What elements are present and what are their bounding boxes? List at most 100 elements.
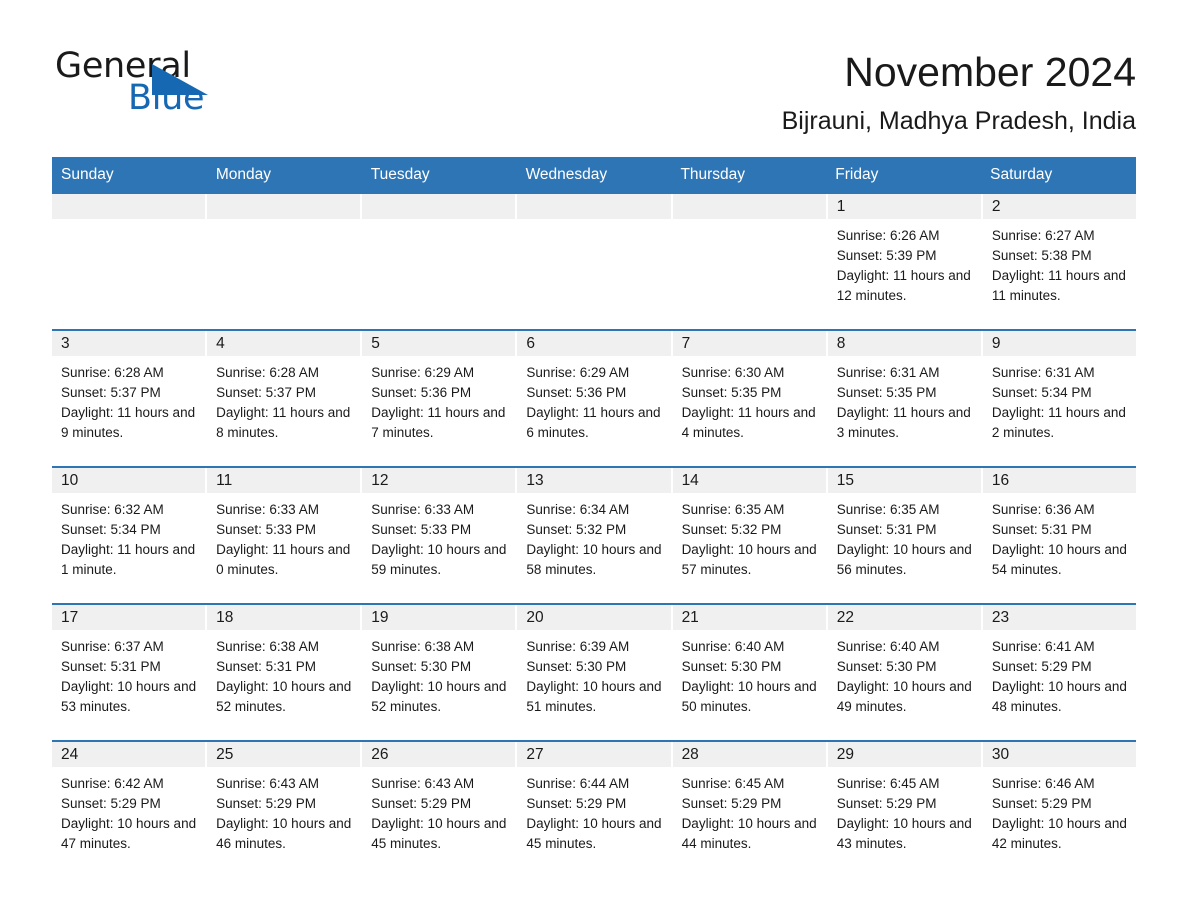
sunset-text: Sunset: 5:29 PM	[526, 795, 627, 811]
calendar-day-cell[interactable]: 13 Sunrise: 6:34 AM Sunset: 5:32 PM Dayligh…	[517, 467, 673, 603]
daylight-text: Daylight: 10 hours and 49 minutes.	[836, 678, 972, 714]
daylight-text: Daylight: 10 hours and 52 minutes.	[371, 678, 507, 714]
day-details: Sunrise: 6:41 AM Sunset: 5:29 PM Daylight:…	[983, 630, 1136, 740]
weekday-wednesday: Wednesday	[525, 166, 608, 183]
calendar-day-cell[interactable]: 3 Sunrise: 6:28 AM Sunset: 5:37 PM Daylight…	[52, 330, 208, 466]
day-details: Sunrise: 6:38 AM Sunset: 5:30 PM Daylight:…	[362, 630, 515, 740]
sunrise-text: Sunrise: 6:41 AM	[991, 638, 1095, 654]
sunset-text: Sunset: 5:37 PM	[216, 384, 316, 400]
calendar-day-cell[interactable]: 4 Sunrise: 6:28 AM Sunset: 5:37 PM Daylight…	[207, 330, 363, 466]
daylight-text: Daylight: 10 hours and 52 minutes.	[216, 678, 352, 714]
sunrise-text: Sunrise: 6:31 AM	[991, 364, 1095, 380]
calendar-day-cell[interactable]: 2 Sunrise: 6:27 AM Sunset: 5:38 PM Daylight…	[982, 193, 1136, 329]
calendar-day-cell[interactable]: 11 Sunrise: 6:33 AM Sunset: 5:33 PM Dayligh…	[207, 467, 363, 603]
sunrise-text: Sunrise: 6:35 AM	[836, 501, 940, 517]
calendar-day-cell[interactable]: 22 Sunrise: 6:40 AM Sunset: 5:30 PM Dayligh…	[827, 604, 983, 740]
calendar-day-cell[interactable]: 26 Sunrise: 6:43 AM Sunset: 5:29 PM Dayligh…	[362, 741, 518, 877]
day-number: 17	[52, 604, 206, 630]
calendar-day-cell[interactable]: 8 Sunrise: 6:31 AM Sunset: 5:35 PM Daylight…	[827, 330, 983, 466]
calendar-day-cell[interactable]: 5 Sunrise: 6:29 AM Sunset: 5:36 PM Daylight…	[362, 330, 518, 466]
calendar-day-cell[interactable]: 20 Sunrise: 6:39 AM Sunset: 5:30 PM Dayligh…	[517, 604, 673, 740]
sunrise-text: Sunrise: 6:34 AM	[526, 501, 630, 517]
calendar-day-cell[interactable]: 6 Sunrise: 6:29 AM Sunset: 5:36 PM Daylight…	[517, 330, 673, 466]
sunset-text: Sunset: 5:36 PM	[371, 384, 472, 400]
daylight-text: Daylight: 11 hours and 2 minutes.	[991, 404, 1126, 440]
calendar-day-cell[interactable]: 19 Sunrise: 6:38 AM Sunset: 5:30 PM Dayligh…	[362, 604, 518, 740]
day-details: Sunrise: 6:34 AM Sunset: 5:32 PM Daylight:…	[517, 493, 670, 603]
day-details: Sunrise: 6:38 AM Sunset: 5:31 PM Daylight:…	[207, 630, 360, 740]
sunset-text: Sunset: 5:29 PM	[681, 795, 782, 811]
logo-word-blue: Blue	[128, 78, 205, 118]
day-details: Sunrise: 6:29 AM Sunset: 5:36 PM Daylight:…	[362, 356, 515, 466]
weekday-thursday: Thursday	[680, 166, 746, 183]
day-details: Sunrise: 6:43 AM Sunset: 5:29 PM Daylight:…	[362, 767, 515, 877]
day-details: Sunrise: 6:35 AM Sunset: 5:31 PM Daylight:…	[828, 493, 981, 603]
day-number: 30	[982, 741, 1136, 767]
calendar-day-cell[interactable]: 29 Sunrise: 6:45 AM Sunset: 5:29 PM Dayligh…	[827, 741, 983, 877]
day-number: 15	[827, 467, 981, 493]
day-number: 25	[207, 741, 361, 767]
sunrise-text: Sunrise: 6:38 AM	[216, 638, 319, 654]
calendar-day-cell-empty	[362, 193, 518, 329]
sunrise-text: Sunrise: 6:30 AM	[681, 364, 785, 380]
day-details	[52, 219, 205, 329]
calendar-day-cell[interactable]: 1 Sunrise: 6:26 AM Sunset: 5:39 PM Daylight…	[827, 193, 983, 329]
day-number: 10	[52, 467, 206, 493]
daylight-text: Daylight: 10 hours and 43 minutes.	[836, 815, 972, 851]
day-number: 18	[207, 604, 361, 630]
calendar-day-cell[interactable]: 18 Sunrise: 6:38 AM Sunset: 5:31 PM Dayligh…	[207, 604, 363, 740]
daylight-text: Daylight: 10 hours and 54 minutes.	[991, 541, 1127, 577]
sunrise-text: Sunrise: 6:37 AM	[61, 638, 164, 654]
sunset-text: Sunset: 5:29 PM	[836, 795, 937, 811]
calendar-day-cell[interactable]: 12 Sunrise: 6:33 AM Sunset: 5:33 PM Dayligh…	[362, 467, 518, 603]
day-details: Sunrise: 6:44 AM Sunset: 5:29 PM Daylight:…	[517, 767, 670, 877]
day-number: 14	[672, 467, 826, 493]
calendar-day-cell[interactable]: 15 Sunrise: 6:35 AM Sunset: 5:31 PM Dayligh…	[827, 467, 983, 603]
calendar-day-cell[interactable]: 23 Sunrise: 6:41 AM Sunset: 5:29 PM Dayligh…	[982, 604, 1136, 740]
calendar-day-cell[interactable]: 9 Sunrise: 6:31 AM Sunset: 5:34 PM Daylight…	[982, 330, 1136, 466]
day-number	[672, 193, 826, 219]
calendar-day-cell[interactable]: 7 Sunrise: 6:30 AM Sunset: 5:35 PM Daylight…	[672, 330, 828, 466]
daylight-text: Daylight: 11 hours and 3 minutes.	[836, 404, 971, 440]
day-details: Sunrise: 6:33 AM Sunset: 5:33 PM Daylight:…	[362, 493, 515, 603]
sunrise-text: Sunrise: 6:33 AM	[371, 501, 475, 517]
day-number: 28	[672, 741, 826, 767]
day-details: Sunrise: 6:42 AM Sunset: 5:29 PM Daylight:…	[52, 767, 205, 877]
calendar-day-cell[interactable]: 28 Sunrise: 6:45 AM Sunset: 5:29 PM Dayligh…	[672, 741, 828, 877]
calendar-day-cell[interactable]: 27 Sunrise: 6:44 AM Sunset: 5:29 PM Dayligh…	[517, 741, 673, 877]
sunset-text: Sunset: 5:31 PM	[216, 658, 316, 674]
weekday-saturday: Saturday	[990, 166, 1053, 183]
daylight-text: Daylight: 11 hours and 7 minutes.	[371, 404, 506, 440]
calendar-day-cell[interactable]: 16 Sunrise: 6:36 AM Sunset: 5:31 PM Dayligh…	[982, 467, 1136, 603]
calendar-day-cell[interactable]: 25 Sunrise: 6:43 AM Sunset: 5:29 PM Dayligh…	[207, 741, 363, 877]
daylight-text: Daylight: 10 hours and 45 minutes.	[371, 815, 507, 851]
day-number: 9	[982, 330, 1136, 356]
day-number: 2	[982, 193, 1136, 219]
day-number	[207, 193, 361, 219]
generalblue-logo[interactable]: General Blue	[55, 46, 245, 118]
day-number	[517, 193, 671, 219]
sunset-text: Sunset: 5:31 PM	[61, 658, 161, 674]
calendar-week-row: 17 Sunrise: 6:37 AM Sunset: 5:31 PM Dayligh…	[52, 602, 1136, 740]
calendar-day-cell[interactable]: 24 Sunrise: 6:42 AM Sunset: 5:29 PM Dayligh…	[52, 741, 208, 877]
calendar-day-cell[interactable]: 14 Sunrise: 6:35 AM Sunset: 5:32 PM Dayligh…	[672, 467, 828, 603]
daylight-text: Daylight: 10 hours and 47 minutes.	[61, 815, 197, 851]
sunrise-text: Sunrise: 6:45 AM	[836, 775, 940, 791]
day-details	[362, 219, 515, 329]
daylight-text: Daylight: 11 hours and 8 minutes.	[216, 404, 351, 440]
sunrise-text: Sunrise: 6:32 AM	[61, 501, 164, 517]
daylight-text: Daylight: 10 hours and 48 minutes.	[991, 678, 1127, 714]
calendar-day-cell[interactable]: 10 Sunrise: 6:32 AM Sunset: 5:34 PM Dayligh…	[52, 467, 208, 603]
calendar-day-cell-empty	[672, 193, 828, 329]
sunrise-text: Sunrise: 6:28 AM	[216, 364, 319, 380]
calendar-day-cell[interactable]: 17 Sunrise: 6:37 AM Sunset: 5:31 PM Dayligh…	[52, 604, 208, 740]
weekday-tuesday: Tuesday	[370, 166, 430, 183]
calendar-day-cell[interactable]: 21 Sunrise: 6:40 AM Sunset: 5:30 PM Dayligh…	[672, 604, 828, 740]
sunset-text: Sunset: 5:33 PM	[216, 521, 316, 537]
calendar-day-cell[interactable]: 30 Sunrise: 6:46 AM Sunset: 5:29 PM Dayligh…	[982, 741, 1136, 877]
daylight-text: Daylight: 10 hours and 42 minutes.	[991, 815, 1127, 851]
sunset-text: Sunset: 5:29 PM	[216, 795, 316, 811]
day-number: 26	[362, 741, 516, 767]
page-title: November 2024	[844, 49, 1136, 95]
daylight-text: Daylight: 10 hours and 50 minutes.	[681, 678, 817, 714]
